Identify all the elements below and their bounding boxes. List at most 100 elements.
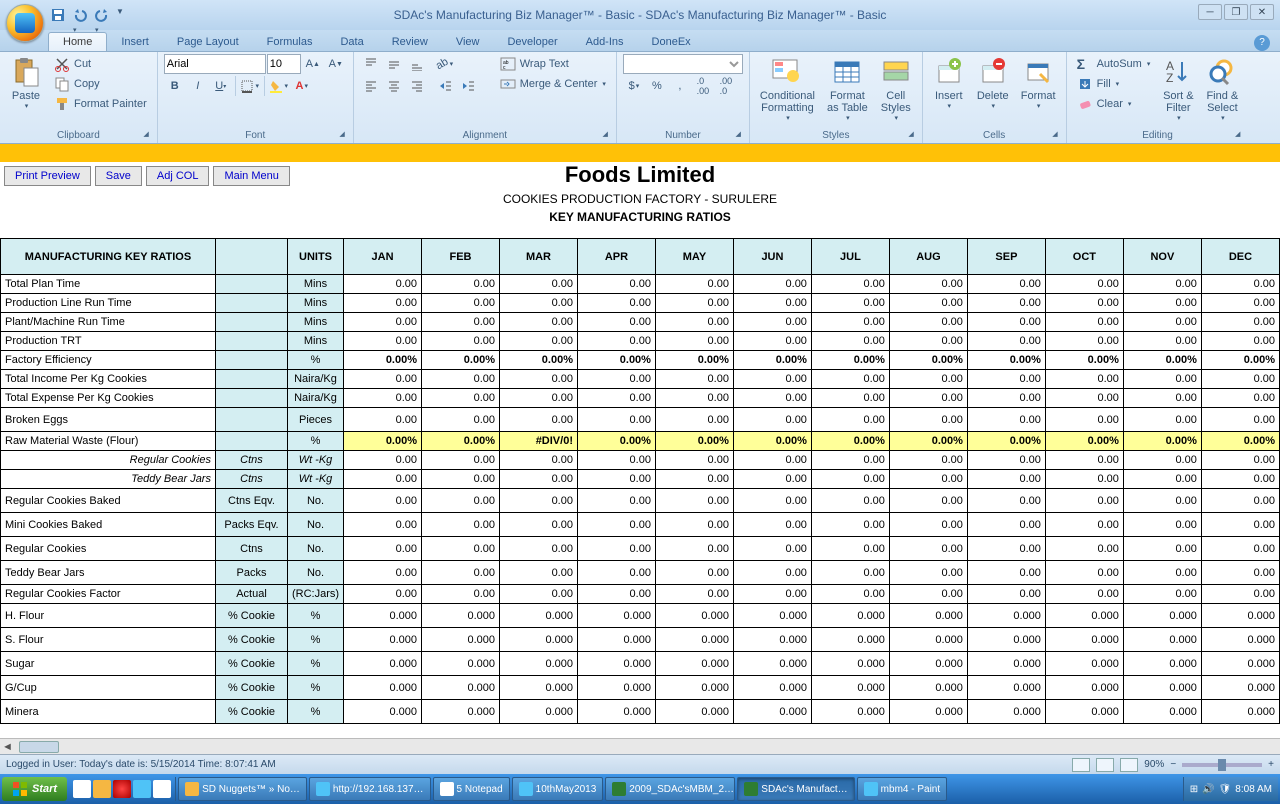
cell[interactable]: 0.00 — [577, 408, 655, 432]
cell[interactable]: 0.00 — [655, 537, 733, 561]
cell[interactable]: 0.00% — [422, 351, 500, 370]
cell[interactable]: 0.00 — [811, 408, 889, 432]
cell[interactable]: 0.00 — [500, 408, 578, 432]
cell[interactable]: 0.00 — [733, 489, 811, 513]
cell[interactable]: 0.00 — [811, 294, 889, 313]
row-label[interactable]: Broken Eggs — [1, 408, 216, 432]
cell[interactable]: 0.00 — [344, 489, 422, 513]
cell[interactable]: 0.00% — [889, 432, 967, 451]
cell[interactable]: 0.000 — [811, 652, 889, 676]
row-sub[interactable]: Actual — [215, 585, 287, 604]
row-label[interactable]: Teddy Bear Jars — [1, 470, 216, 489]
cell[interactable]: 0.00 — [655, 489, 733, 513]
ql-icon-3[interactable] — [113, 780, 131, 798]
cell[interactable]: 0.00 — [1123, 408, 1201, 432]
redo-icon[interactable] — [94, 7, 110, 23]
cell[interactable]: 0.00 — [733, 513, 811, 537]
insert-cells-button[interactable]: Insert — [929, 54, 969, 112]
cell[interactable]: 0.00 — [577, 537, 655, 561]
cell[interactable]: 0.00 — [733, 537, 811, 561]
minimize-button[interactable]: ─ — [1198, 4, 1222, 20]
tray-icon[interactable]: ⊞ — [1190, 784, 1198, 795]
delete-cells-button[interactable]: Delete — [973, 54, 1013, 112]
cell[interactable]: 0.00 — [1045, 561, 1123, 585]
row-sub[interactable]: Ctns Eqv. — [215, 489, 287, 513]
cell[interactable]: 0.00 — [1045, 389, 1123, 408]
sort-filter-button[interactable]: AZSort & Filter — [1158, 54, 1198, 124]
cell[interactable]: 0.00 — [811, 370, 889, 389]
cell[interactable]: 0.000 — [733, 628, 811, 652]
cell[interactable]: 0.00 — [1201, 585, 1279, 604]
cell[interactable]: 0.00 — [344, 585, 422, 604]
row-sub[interactable]: % Cookie — [215, 604, 287, 628]
cell[interactable]: 0.00 — [889, 537, 967, 561]
ql-icon-1[interactable] — [73, 780, 91, 798]
cell[interactable]: 0.00 — [967, 537, 1045, 561]
cell[interactable]: 0.00 — [889, 408, 967, 432]
save-icon[interactable] — [50, 7, 66, 23]
cell[interactable]: 0.000 — [577, 676, 655, 700]
cell[interactable]: 0.000 — [1123, 628, 1201, 652]
cell[interactable]: 0.000 — [1201, 676, 1279, 700]
row-unit[interactable]: Naira/Kg — [287, 370, 343, 389]
cell[interactable]: 0.00% — [422, 432, 500, 451]
cell[interactable]: 0.00 — [344, 513, 422, 537]
row-unit[interactable]: % — [287, 432, 343, 451]
row-label[interactable]: Sugar — [1, 652, 216, 676]
cell[interactable]: 0.00 — [344, 332, 422, 351]
row-label[interactable]: Total Income Per Kg Cookies — [1, 370, 216, 389]
taskbar-item[interactable]: mbm4 - Paint — [857, 777, 947, 801]
tab-addins[interactable]: Add-Ins — [572, 33, 638, 51]
cell[interactable]: 0.000 — [344, 652, 422, 676]
cell[interactable]: 0.00 — [655, 451, 733, 470]
cell[interactable]: 0.00 — [655, 313, 733, 332]
cell[interactable]: 0.00 — [1123, 513, 1201, 537]
cell[interactable]: 0.00 — [1201, 451, 1279, 470]
taskbar-item[interactable]: http://192.168.137… — [309, 777, 431, 801]
cell[interactable]: 0.000 — [1123, 676, 1201, 700]
row-label[interactable]: S. Flour — [1, 628, 216, 652]
row-sub[interactable] — [215, 370, 287, 389]
cell[interactable]: 0.00 — [344, 451, 422, 470]
taskbar-item[interactable]: 5 Notepad — [433, 777, 510, 801]
normal-view-button[interactable] — [1072, 758, 1090, 772]
cell[interactable]: 0.00% — [344, 351, 422, 370]
row-sub[interactable]: Packs — [215, 561, 287, 585]
ql-icon-5[interactable] — [153, 780, 171, 798]
cell[interactable]: 0.000 — [1123, 700, 1201, 724]
cell[interactable]: 0.000 — [1123, 652, 1201, 676]
cell[interactable]: 0.000 — [344, 676, 422, 700]
cell[interactable]: 0.00 — [500, 561, 578, 585]
cell[interactable]: 0.00 — [1123, 294, 1201, 313]
system-tray[interactable]: ⊞ 🔊 🛡 8:08 AM — [1183, 777, 1278, 801]
cell[interactable]: 0.00 — [967, 561, 1045, 585]
cell[interactable]: 0.00 — [889, 470, 967, 489]
row-label[interactable]: Total Expense Per Kg Cookies — [1, 389, 216, 408]
cell[interactable]: 0.000 — [655, 676, 733, 700]
row-unit[interactable]: Pieces — [287, 408, 343, 432]
cell[interactable]: 0.00 — [655, 332, 733, 351]
cell[interactable]: 0.00 — [967, 470, 1045, 489]
cell[interactable]: 0.00 — [811, 489, 889, 513]
cell[interactable]: 0.00% — [1123, 432, 1201, 451]
help-icon[interactable]: ? — [1254, 35, 1270, 51]
tab-developer[interactable]: Developer — [493, 33, 571, 51]
cell[interactable]: 0.00 — [1123, 275, 1201, 294]
tab-doneex[interactable]: DoneEx — [638, 33, 705, 51]
cell[interactable]: 0.00% — [1045, 351, 1123, 370]
cell[interactable]: 0.00 — [577, 489, 655, 513]
decrease-decimal-button[interactable]: .00.0 — [715, 76, 737, 96]
currency-button[interactable]: $ — [623, 76, 645, 96]
cell[interactable]: 0.00 — [422, 489, 500, 513]
tray-icon[interactable]: 🛡 — [1219, 784, 1232, 795]
cell[interactable]: 0.00 — [967, 451, 1045, 470]
cell[interactable]: 0.000 — [577, 628, 655, 652]
cell[interactable]: 0.00 — [1201, 389, 1279, 408]
cell[interactable]: 0.00 — [1045, 585, 1123, 604]
cell[interactable]: 0.000 — [1201, 628, 1279, 652]
row-unit[interactable]: No. — [287, 561, 343, 585]
cell[interactable]: 0.000 — [733, 604, 811, 628]
cell[interactable]: 0.00 — [655, 561, 733, 585]
fill-button[interactable]: Fill — [1073, 74, 1155, 94]
cell[interactable]: 0.00% — [811, 351, 889, 370]
